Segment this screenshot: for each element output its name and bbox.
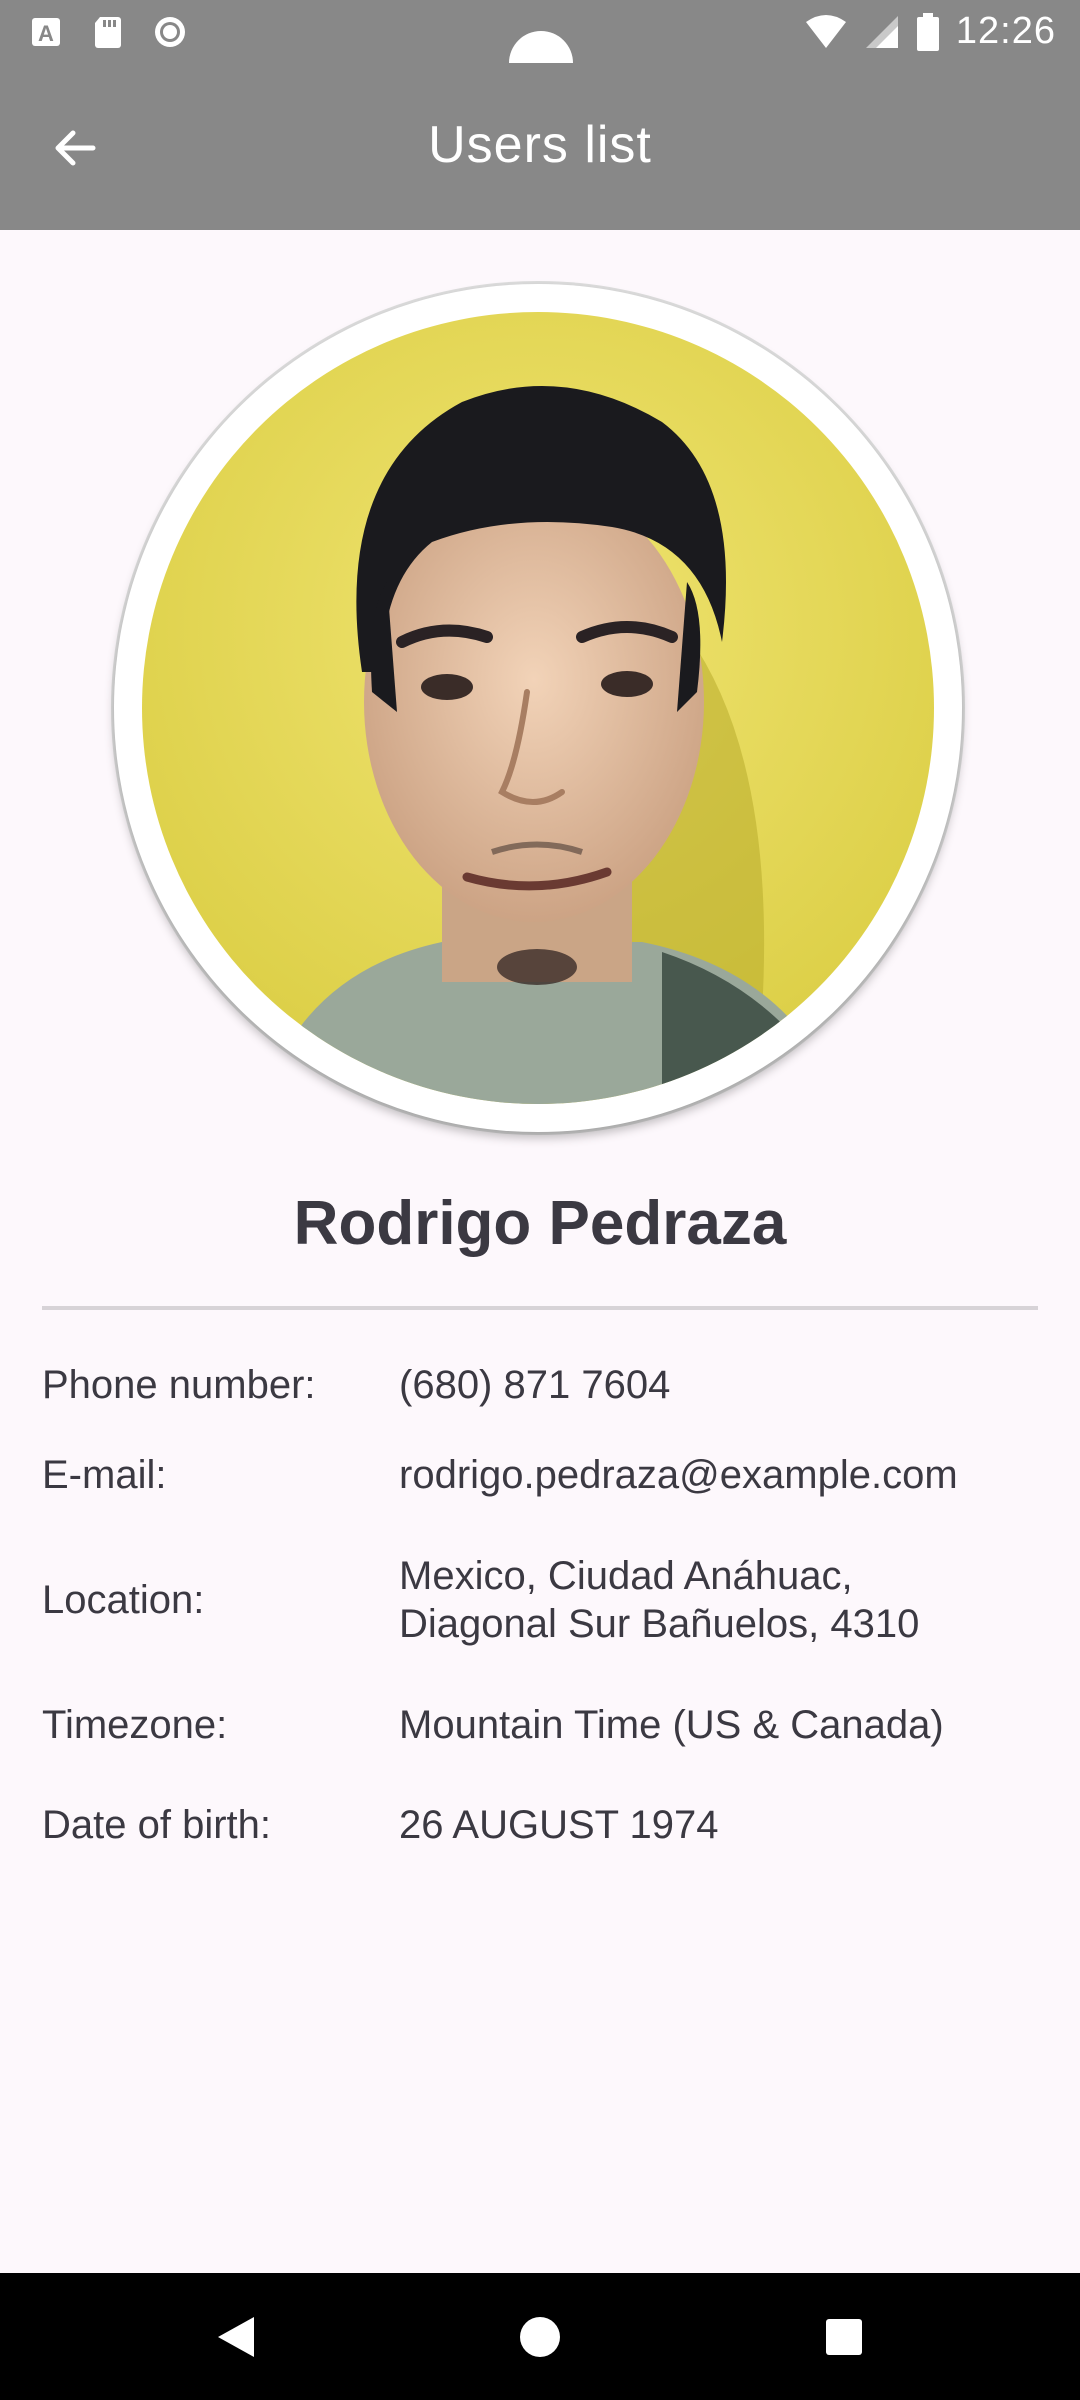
dob-label: Date of birth: bbox=[42, 1802, 272, 1847]
status-bar: A 12:26 bbox=[0, 0, 1080, 95]
divider bbox=[42, 1306, 1038, 1310]
nav-back-button[interactable] bbox=[176, 2273, 296, 2400]
location-line-2: Diagonal Sur Bañuelos, 4310 bbox=[399, 1602, 920, 1646]
clock: 12:26 bbox=[955, 10, 1056, 52]
battery-icon bbox=[916, 12, 939, 51]
email-label: E-mail: bbox=[42, 1452, 167, 1497]
timezone-label: Timezone: bbox=[42, 1702, 228, 1747]
status-right-icons: 12:26 bbox=[804, 10, 1056, 53]
detail-row-dob: Date of birth: 26 AUGUST 1974 bbox=[42, 1775, 1038, 1875]
location-label: Location: bbox=[42, 1577, 205, 1622]
page-title: Users list bbox=[428, 116, 652, 174]
home-circle-icon bbox=[520, 2316, 560, 2357]
svg-text:A: A bbox=[38, 21, 54, 46]
user-name: Rodrigo Pedraza bbox=[293, 1189, 787, 1258]
recents-square-icon bbox=[826, 2318, 862, 2355]
cell-signal-icon bbox=[865, 15, 898, 48]
record-icon bbox=[155, 17, 185, 47]
email-value: rodrigo.pedraza@example.com bbox=[399, 1453, 958, 1497]
keyboard-a-icon: A bbox=[32, 18, 60, 46]
avatar-photo bbox=[142, 312, 934, 1104]
detail-row-phone: Phone number: (680) 871 7604 bbox=[42, 1345, 1038, 1425]
location-value: Mexico, Ciudad Anáhuac, Diagonal Sur Bañ… bbox=[399, 1552, 1038, 1648]
app-bar: Users list bbox=[0, 63, 1080, 230]
location-line-1: Mexico, Ciudad Anáhuac, bbox=[399, 1554, 853, 1598]
timezone-value: Mountain Time (US & Canada) bbox=[399, 1703, 944, 1747]
system-nav-bar bbox=[0, 2273, 1080, 2400]
wifi-icon bbox=[805, 14, 846, 48]
sd-card-icon bbox=[95, 17, 121, 48]
status-left-icons: A bbox=[28, 14, 188, 50]
nav-recents-button[interactable] bbox=[784, 2273, 904, 2400]
detail-row-email: E-mail: rodrigo.pedraza@example.com bbox=[42, 1425, 1038, 1525]
detail-row-location: Location: Mexico, Ciudad Anáhuac, Diagon… bbox=[42, 1525, 1038, 1675]
dob-value: 26 AUGUST 1974 bbox=[399, 1803, 719, 1847]
avatar bbox=[114, 284, 962, 1132]
back-triangle-icon bbox=[218, 2316, 254, 2357]
user-details: Phone number: (680) 871 7604 E-mail: rod… bbox=[42, 1345, 1038, 1875]
detail-row-timezone: Timezone: Mountain Time (US & Canada) bbox=[42, 1675, 1038, 1775]
phone-label: Phone number: bbox=[42, 1362, 316, 1407]
phone-value: (680) 871 7604 bbox=[399, 1363, 671, 1407]
nav-home-button[interactable] bbox=[480, 2273, 600, 2400]
